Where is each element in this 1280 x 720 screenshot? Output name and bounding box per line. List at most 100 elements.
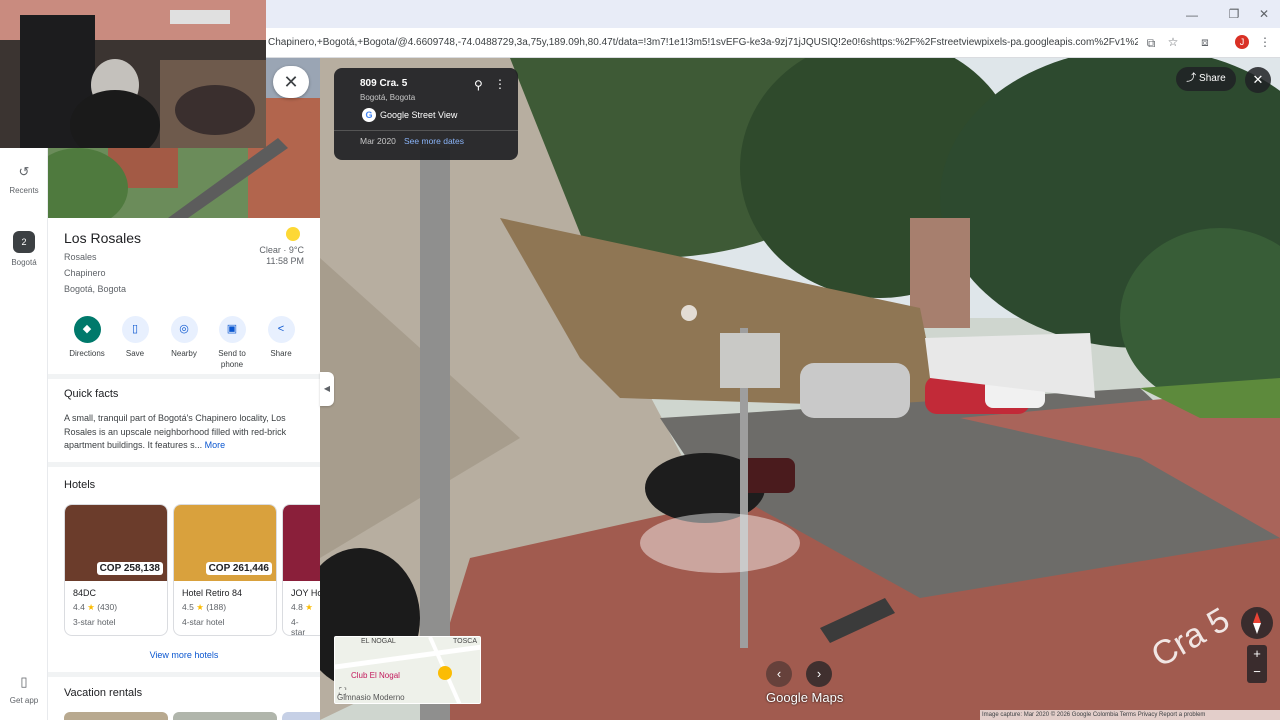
hotel-name: 84DC	[73, 588, 97, 598]
rental-card[interactable]	[173, 712, 277, 720]
save-label: Save	[125, 349, 145, 358]
see-more-dates-link[interactable]: See more dates	[404, 136, 464, 146]
saved-place-thumbnail[interactable]: 2	[13, 231, 35, 253]
share-icon: <	[267, 316, 295, 343]
profile-avatar[interactable]: J	[1235, 35, 1249, 49]
browser-menu-icon[interactable]: ⋮	[1258, 35, 1272, 49]
hotel-rating-row: 4.5 ★ (188)	[174, 598, 276, 613]
section-divider	[48, 374, 320, 379]
sv-provider: Google Street View	[380, 110, 458, 120]
sv-share-button[interactable]: ⤴ Share	[1176, 67, 1236, 91]
star-icon: ★	[196, 602, 204, 612]
google-g-icon: G	[362, 108, 376, 122]
info-divider	[334, 130, 518, 131]
chevron-left-icon: ◀	[323, 384, 331, 393]
star-icon: ★	[305, 602, 313, 612]
previous-arrow-button[interactable]: ‹	[766, 661, 792, 687]
directions-icon: ◆	[73, 316, 101, 343]
hotel-rating: 4.5	[182, 602, 194, 612]
sv-address: 809 Cra. 5	[360, 78, 408, 89]
place-address-line2: Chapinero	[64, 268, 106, 278]
rail-get-app-label[interactable]: Get app	[0, 696, 48, 705]
nearby-button[interactable]: ◎ Nearby	[160, 316, 208, 359]
expand-map-icon[interactable]: ⛶	[339, 687, 346, 698]
rail-recents-label[interactable]: Recents	[0, 186, 48, 195]
install-app-icon[interactable]: ⧉	[1144, 36, 1158, 50]
extensions-icon[interactable]: ⧈	[1198, 35, 1212, 49]
place-address-line1: Rosales	[64, 252, 97, 262]
sun-icon	[286, 227, 300, 241]
hotel-rating-row: 4.4 ★ (430)	[65, 598, 167, 613]
map-footer: Image capture: Mar 2020 © 2026 Google Co…	[980, 710, 1280, 720]
rental-card[interactable]	[64, 712, 168, 720]
vacation-rentals-heading: Vacation rentals	[64, 687, 143, 699]
zoom-out-button[interactable]: −	[1247, 663, 1267, 681]
pin-icon[interactable]: ⚲	[474, 78, 483, 92]
quick-facts-heading: Quick facts	[64, 388, 119, 400]
hotel-rating: 4.4	[73, 602, 85, 612]
place-address-line3: Bogotá, Bogota	[64, 284, 127, 294]
place-title: Los Rosales	[64, 230, 142, 246]
close-panel-button[interactable]: ✕	[273, 66, 309, 98]
minimap[interactable]: EL NOGAL TOSCA Club El Nogal Gimnasio Mo…	[334, 636, 481, 704]
close-street-view-button[interactable]: ✕	[1245, 67, 1271, 93]
view-more-hotels-link[interactable]: View more hotels	[48, 650, 320, 660]
section-divider	[48, 462, 320, 467]
hotel-card[interactable]: COP 261,446 Hotel Retiro 84 4.5 ★ (188) …	[173, 504, 277, 636]
window-close-icon[interactable]: ✕	[1257, 7, 1271, 21]
history-icon[interactable]: ↺	[0, 164, 48, 180]
street-view-info-card: 809 Cra. 5 Bogotá, Bogota ⚲ ⋮ G Google S…	[334, 68, 518, 160]
next-arrow-button[interactable]: ›	[806, 661, 832, 687]
hotel-name: JOY Hotel	[291, 588, 320, 598]
quick-facts-more-link[interactable]: More	[205, 440, 226, 450]
hotels-heading: Hotels	[64, 479, 96, 491]
quick-facts-body: A small, tranquil part of Bogotá's Chapi…	[64, 413, 287, 450]
hotel-name: Hotel Retiro 84	[182, 588, 243, 598]
saved-count: 2	[21, 237, 27, 247]
hotel-class: 3-star hotel	[73, 617, 116, 627]
webcam-feed	[0, 0, 266, 148]
share-button[interactable]: < Share	[257, 316, 305, 359]
hotel-rating-row: 4.8 ★	[283, 598, 320, 613]
minimap-label-tosca: TOSCA	[453, 638, 477, 645]
url-text[interactable]: Chapinero,+Bogotá,+Bogota/@4.6609748,-74…	[268, 37, 1138, 48]
save-button[interactable]: ▯ Save	[111, 316, 159, 359]
rental-card[interactable]	[282, 712, 320, 720]
send-to-phone-button[interactable]: ▣ Send to phone	[208, 316, 256, 370]
weather-condition: Clear · 9°C	[259, 245, 304, 255]
compass-icon[interactable]	[1241, 607, 1273, 639]
nav-rail: ↺ Recents 2 Bogotá ▯ Get app	[0, 148, 48, 720]
hotel-image: COP 258,138	[65, 505, 167, 581]
directions-button[interactable]: ◆ Directions	[63, 316, 111, 359]
directions-label: Directions	[69, 349, 105, 358]
hotel-reviews: (430)	[97, 602, 118, 612]
phone-app-icon[interactable]: ▯	[0, 674, 48, 690]
compass-needle	[1253, 612, 1261, 634]
webcam-overlay	[0, 0, 266, 148]
restore-icon[interactable]: ❐	[1227, 7, 1241, 21]
hotel-card[interactable]: COP 258,138 84DC 4.4 ★ (430) 3-star hote…	[64, 504, 168, 636]
collapse-panel-button[interactable]: ◀	[320, 372, 334, 406]
close-icon: ✕	[283, 72, 299, 92]
minimap-label-club: Club El Nogal	[351, 671, 400, 680]
hotel-reviews: (188)	[206, 602, 227, 612]
send-to-phone-label: Send to phone	[218, 349, 246, 369]
minimap-label-el-nogal: EL NOGAL	[361, 638, 396, 645]
more-options-icon[interactable]: ⋮	[494, 77, 506, 91]
hotel-rating: 4.8	[291, 602, 303, 612]
minimap-label-gimnasio: Gimnasio Moderno	[337, 693, 405, 702]
share-label: Share	[270, 349, 292, 358]
phone-icon: ▣	[218, 316, 246, 343]
rail-bogota-label[interactable]: Bogotá	[0, 258, 48, 267]
hotel-image: COP 261,446	[174, 505, 276, 581]
hotel-card[interactable]: JOY Hotel 4.8 ★ 4-star hotel	[282, 504, 320, 636]
sv-locality: Bogotá, Bogota	[360, 93, 416, 102]
zoom-in-button[interactable]: +	[1247, 645, 1267, 663]
hotel-price: COP 258,138	[96, 562, 163, 575]
bookmark-star-icon[interactable]: ☆	[1166, 35, 1180, 49]
google-maps-logo: Google Maps	[766, 690, 844, 705]
sv-date: Mar 2020	[360, 136, 396, 146]
star-icon: ★	[87, 602, 95, 612]
sv-share-label: Share	[1199, 73, 1226, 84]
minimize-icon[interactable]: —	[1185, 8, 1199, 22]
